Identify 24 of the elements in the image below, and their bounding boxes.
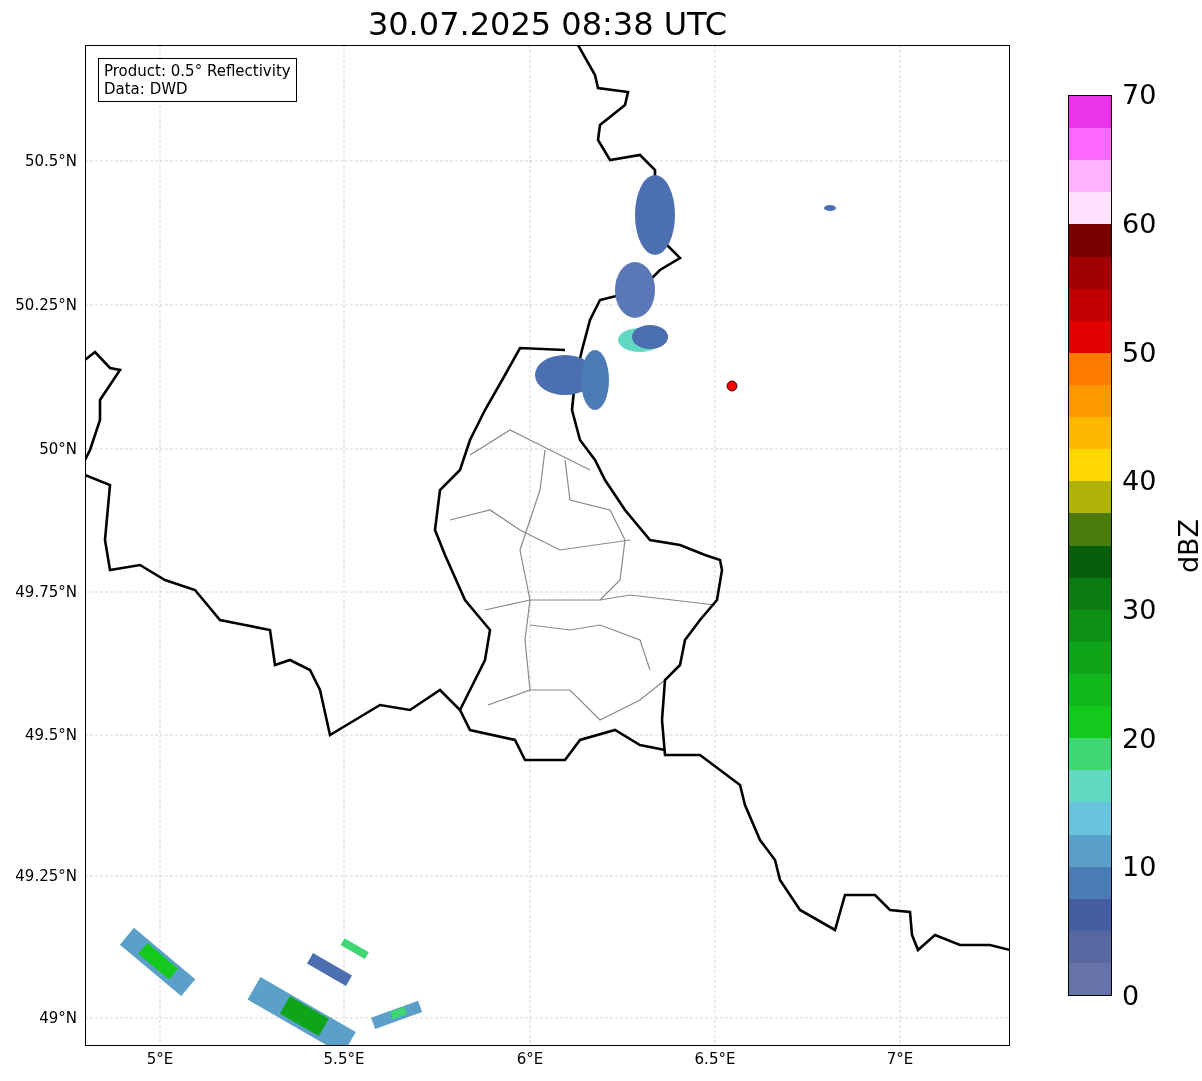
longitude-label: 5.5°E bbox=[322, 1050, 366, 1068]
longitude-label: 5°E bbox=[145, 1050, 175, 1068]
colorbar-tick-label: 40 bbox=[1122, 465, 1157, 497]
colorbar-tick-label: 0 bbox=[1122, 980, 1140, 1012]
legend-text: Product: 0.5° Reflectivity bbox=[104, 62, 291, 80]
colorbar-tick-label: 50 bbox=[1122, 337, 1157, 369]
map-title: 30.07.2025 08:38 UTC bbox=[366, 4, 729, 44]
legend-text: Data: DWD bbox=[104, 80, 189, 98]
colorbar-tick-label: 60 bbox=[1122, 208, 1157, 240]
colorbar-tick-label: 20 bbox=[1122, 723, 1157, 755]
latitude-label: 50°N bbox=[39, 440, 77, 458]
latitude-label: 49.75°N bbox=[15, 583, 77, 601]
latitude-label: 49.5°N bbox=[24, 726, 77, 744]
colorbar-tick-label: 30 bbox=[1122, 594, 1157, 626]
latitude-label: 50.5°N bbox=[24, 152, 77, 170]
longitude-label: 6°E bbox=[515, 1050, 545, 1068]
latitude-label: 49°N bbox=[39, 1009, 77, 1027]
colorbar-tick-label: 10 bbox=[1122, 851, 1157, 883]
colorbar-label: dBZ bbox=[1173, 518, 1202, 574]
longitude-label: 7°E bbox=[885, 1050, 915, 1068]
longitude-label: 6.5°E bbox=[693, 1050, 737, 1068]
colorbar-tick-label: 70 bbox=[1122, 79, 1157, 111]
latitude-label: 50.25°N bbox=[15, 296, 77, 314]
latitude-label: 49.25°N bbox=[15, 867, 77, 885]
